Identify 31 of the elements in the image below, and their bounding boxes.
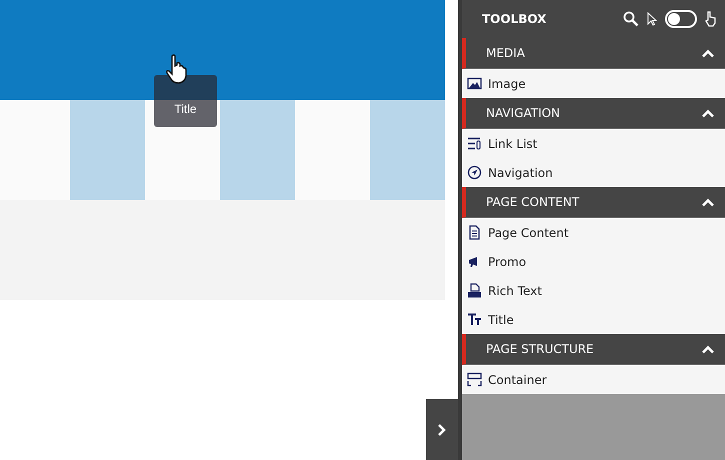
section-header[interactable]: MEDIA <box>462 38 725 69</box>
compass-icon <box>467 165 482 180</box>
pointer-icon[interactable] <box>647 12 657 26</box>
chevron-right-icon <box>437 424 447 436</box>
hand-icon[interactable] <box>705 11 717 27</box>
chevron-up-icon <box>701 198 715 206</box>
toolbox-item[interactable]: Rich Text <box>462 276 725 305</box>
image-icon <box>467 76 482 91</box>
section-header[interactable]: PAGE CONTENT <box>462 187 725 218</box>
chevron-up-icon <box>701 108 715 118</box>
text-size-icon <box>467 312 482 327</box>
chevron-up-icon <box>701 344 715 354</box>
toolbox-item[interactable]: Page Content <box>462 218 725 247</box>
drag-preview: Title <box>154 75 217 127</box>
container-icon <box>467 372 482 387</box>
toolbox-item[interactable]: Title <box>462 305 725 334</box>
toolbox-item[interactable]: Container <box>462 365 725 394</box>
document-icon <box>467 225 482 240</box>
chevron-up-icon <box>701 48 715 58</box>
section-header[interactable]: PAGE STRUCTURE <box>462 334 725 365</box>
toolbox-title: TOOLBOX <box>482 12 546 26</box>
toolbox-item[interactable]: Link List <box>462 129 725 158</box>
toolbox-item[interactable]: Navigation <box>462 158 725 187</box>
mode-toggle[interactable] <box>665 10 697 28</box>
toolbox-item[interactable]: Image <box>462 69 725 98</box>
section-header[interactable]: NAVIGATION <box>462 98 725 129</box>
toolbox-item[interactable]: Promo <box>462 247 725 276</box>
rtf-file-icon <box>467 283 482 298</box>
list-icon <box>467 136 482 151</box>
search-icon[interactable] <box>623 11 639 27</box>
hand-cursor-icon <box>166 54 188 84</box>
